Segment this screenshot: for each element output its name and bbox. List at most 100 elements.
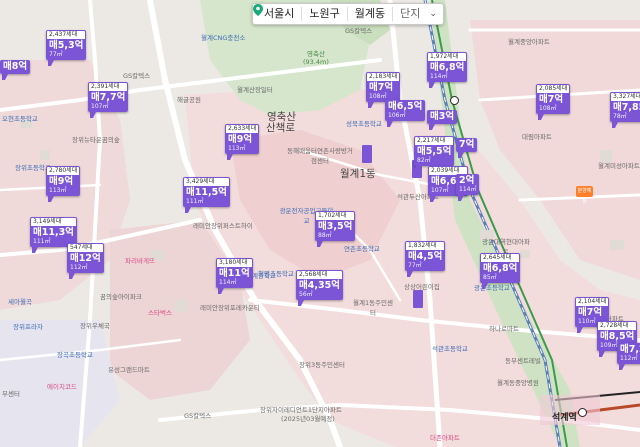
price-marker[interactable]: 547세대 매12억 112㎡ — [67, 243, 104, 279]
station-dot[interactable] — [578, 408, 587, 417]
marker-pointer — [416, 166, 422, 172]
price-value: 7억 — [459, 139, 475, 150]
chevron-down-icon[interactable]: ⌄ — [429, 9, 437, 19]
location-pin-icon — [253, 4, 263, 16]
price-marker[interactable]: 1,832세대 매4,5억 77㎡ — [405, 241, 446, 277]
marker-pointer — [577, 327, 583, 333]
price-value: 매7,2억 — [620, 344, 640, 355]
area-value: 114㎡ — [459, 186, 477, 193]
price-marker[interactable]: 2,633세대 매9억 113㎡ — [225, 124, 260, 160]
marker-pointer — [387, 121, 393, 127]
map-label: 장위3동주민센터 — [299, 361, 345, 369]
station-dot[interactable] — [450, 96, 459, 105]
area-value: 88㎡ — [318, 232, 332, 239]
district-select[interactable]: 노원구 — [302, 7, 348, 21]
household-count: 1,832세대 — [405, 241, 446, 250]
price-value: 매6,5억 — [388, 101, 423, 112]
marker-pointer — [90, 112, 96, 118]
marker-pointer — [430, 196, 436, 202]
price-marker[interactable]: 3,429세대 매11,5억 111㎡ — [183, 177, 230, 213]
price-marker[interactable]: 2,217세대 매5,5억 82㎡ — [414, 136, 455, 172]
marker-pointer — [407, 271, 413, 277]
map-label: 월계미성아파트 — [598, 162, 640, 170]
price-marker[interactable]: 2억 114㎡ — [456, 174, 480, 201]
map-label: 장위프라자 — [13, 323, 43, 331]
price-value: 매7억 — [578, 307, 603, 318]
price-marker[interactable]: 2,568세대 매4,35억 56㎡ — [296, 270, 343, 306]
type-filter[interactable]: 단지 — [393, 7, 427, 21]
map-label: GS칼텍스 — [123, 72, 151, 80]
price-value: 매11,3억 — [33, 227, 74, 238]
map-label: 월계중앙아파트 — [508, 38, 550, 46]
mini-marker[interactable] — [413, 290, 423, 308]
map-label: 부센터 — [2, 390, 20, 398]
region-selector[interactable]: 서울시 노원구 월계동 단지 ⌄ — [252, 3, 444, 25]
marker-pointer — [185, 207, 191, 213]
map-label: 장곡초등학교 — [57, 351, 93, 359]
map-label: 장위우체국 — [80, 322, 110, 330]
household-count: 2,183세대 — [366, 72, 401, 81]
map-label: 래미안장위포레카운티 — [200, 304, 260, 312]
household-count: 1,702세대 — [315, 211, 356, 220]
marker-pointer — [227, 154, 233, 160]
marker-pointer — [317, 241, 323, 247]
area-value: 56㎡ — [299, 291, 313, 298]
price-marker[interactable]: 1,972세대 매6,8억 114㎡ — [427, 52, 468, 88]
price-marker[interactable]: 3,327세대매7,85억78㎡ — [610, 92, 640, 128]
map-canvas[interactable]: 서울시 노원구 월계동 단지 ⌄ 영축산 (93.4m) 영축산 산책로 월계1… — [0, 0, 640, 447]
marker-pointer — [429, 124, 435, 130]
price-marker[interactable]: 매8억 — [0, 60, 31, 80]
marker-pointer — [458, 195, 464, 201]
price-value: 매5,5억 — [417, 146, 452, 157]
price-marker[interactable]: 매6,5억 106㎡ — [385, 100, 426, 127]
price-marker[interactable]: 매3억 — [427, 110, 458, 130]
area-value: 114㎡ — [430, 73, 448, 80]
household-count: 2,391세대 — [88, 82, 129, 91]
map-label: 월계산장일터 — [237, 86, 273, 94]
price-marker[interactable]: 2,437세대 매5,3억 77㎡ — [46, 30, 87, 66]
price-marker[interactable]: 7억 — [456, 138, 478, 158]
price-marker[interactable]: 2,391세대 매7,7억 107㎡ — [88, 82, 129, 118]
marker-pointer — [458, 152, 464, 158]
marker-pointer — [69, 273, 75, 279]
household-count: 2,633세대 — [225, 124, 260, 133]
map-label: 세아월곡 — [8, 298, 32, 306]
marker-pointer — [48, 196, 54, 202]
mini-marker[interactable] — [362, 145, 372, 163]
map-label: GS칼텍스 — [184, 412, 212, 420]
household-count: 2,104세대 — [575, 297, 610, 306]
household-count: 2,728세대 — [597, 321, 638, 330]
area-value: 77㎡ — [49, 51, 63, 58]
price-marker[interactable]: 2,645세대 매6,8억 85㎡ — [480, 253, 521, 289]
marker-pointer — [612, 122, 618, 128]
marker-pointer — [619, 364, 625, 370]
map-label: GS칼텍스 — [345, 27, 373, 35]
marker-pointer — [538, 114, 544, 120]
area-value: 112㎡ — [70, 264, 88, 271]
marker-pointer — [2, 74, 8, 80]
price-value: 매8억 — [3, 61, 28, 72]
household-count: 2,780세대 — [46, 166, 81, 175]
area-value: 113㎡ — [49, 187, 67, 194]
marker-pointer — [218, 288, 224, 294]
marker-pointer — [48, 60, 54, 66]
price-marker[interactable]: 2,183세대 매7억 108㎡ — [366, 72, 401, 108]
map-label: 광운초등학교 — [474, 284, 510, 292]
area-value: 112㎡ — [620, 355, 638, 362]
area-value: 82㎡ — [417, 157, 431, 164]
district-label: 월계1동 — [340, 168, 376, 180]
station-label[interactable]: 석계역 — [552, 410, 577, 423]
price-marker[interactable]: 매7,2억112㎡ — [617, 343, 640, 370]
price-marker[interactable]: 2,085세대 매7억 108㎡ — [536, 84, 571, 120]
map-label: 스타벅스 — [148, 309, 172, 317]
price-value: 매7억 — [369, 82, 394, 93]
map-label: 월계CNG충전소 — [201, 34, 246, 42]
price-marker[interactable]: 3,180세대 매11억 114㎡ — [216, 258, 253, 294]
household-count: 2,217세대 — [414, 136, 455, 145]
dong-select[interactable]: 월계동 — [348, 7, 394, 21]
price-marker[interactable]: 1,702세대 매3,5억 88㎡ — [315, 211, 356, 247]
price-value: 2억 — [459, 175, 475, 186]
city-select[interactable]: 서울시 — [257, 7, 303, 21]
presale-badge[interactable]: 분양예정 — [576, 186, 593, 205]
price-marker[interactable]: 2,780세대 매9억 113㎡ — [46, 166, 81, 202]
